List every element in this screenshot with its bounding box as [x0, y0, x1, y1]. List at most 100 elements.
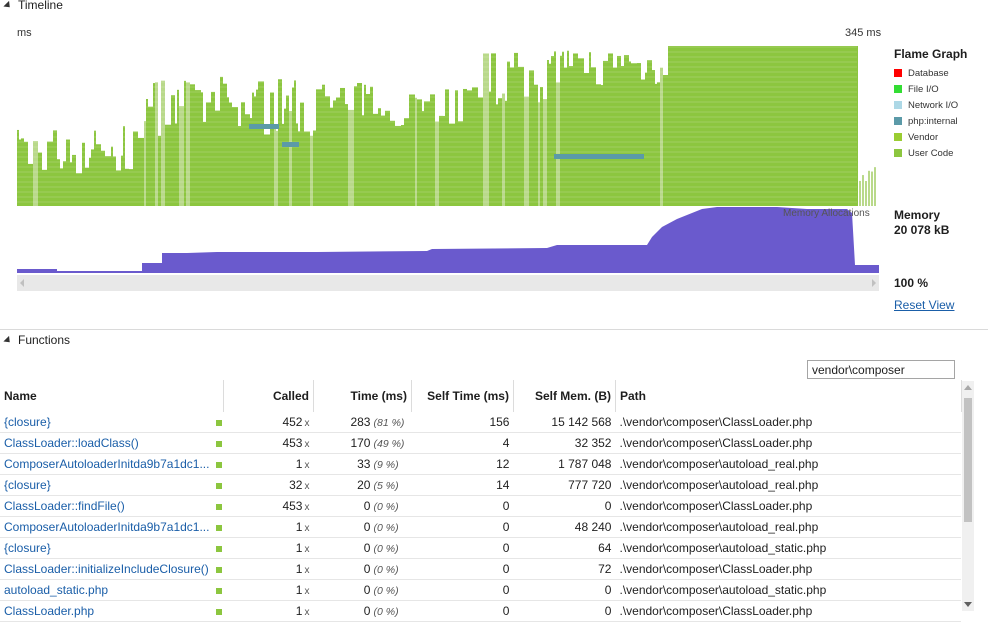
- flame-frame[interactable]: [179, 106, 184, 206]
- flame-frame[interactable]: [652, 70, 655, 207]
- table-row[interactable]: {closure} 1 x 0 (0 %) 0 64 .\vendor\composer\au…: [0, 537, 962, 559]
- flame-frame[interactable]: [105, 156, 111, 206]
- flame-frame[interactable]: [657, 82, 660, 206]
- column-header-self-time[interactable]: Self Time (ms): [411, 380, 514, 412]
- flame-frame[interactable]: [862, 175, 864, 206]
- flame-frame[interactable]: [24, 141, 28, 206]
- flame-frame[interactable]: [310, 135, 313, 206]
- memory-allocations-graph[interactable]: [17, 205, 879, 273]
- flame-frame[interactable]: [543, 99, 547, 206]
- flame-frame[interactable]: [206, 102, 211, 206]
- flame-frame[interactable]: [254, 96, 256, 206]
- function-name-link[interactable]: {closure}: [0, 474, 224, 496]
- flame-frame[interactable]: [554, 51, 556, 206]
- flame-frame[interactable]: [345, 104, 348, 206]
- flame-frame[interactable]: [601, 85, 603, 206]
- flame-frame[interactable]: [663, 75, 668, 207]
- function-name-link[interactable]: ComposerAutoloaderInitda9b7a1dc1...: [0, 453, 224, 475]
- flame-frame[interactable]: [435, 121, 439, 206]
- flame-frame[interactable]: [101, 150, 105, 206]
- function-name[interactable]: ComposerAutoloaderInitda9b7a1dc1...: [4, 520, 209, 534]
- flame-frame[interactable]: [591, 67, 596, 206]
- flame-frame[interactable]: [123, 126, 125, 206]
- flame-frame[interactable]: [300, 102, 304, 206]
- function-name-link[interactable]: ClassLoader::loadClass(): [0, 432, 224, 454]
- flame-frame[interactable]: [113, 156, 116, 206]
- functions-filter-input[interactable]: [807, 360, 955, 379]
- function-name[interactable]: ClassLoader.php: [4, 604, 94, 618]
- flame-frame[interactable]: [366, 93, 370, 206]
- table-row[interactable]: ComposerAutoloaderInitda9b7a1dc1... 1 x 0 (0…: [0, 516, 962, 538]
- flame-frame[interactable]: [121, 155, 123, 206]
- scrollbar-thumb[interactable]: [964, 398, 972, 522]
- flame-frame[interactable]: [57, 159, 60, 206]
- collapse-arrow-icon[interactable]: [3, 335, 13, 345]
- flame-frame[interactable]: [496, 104, 498, 206]
- flame-frame[interactable]: [270, 92, 274, 206]
- flame-frame[interactable]: [560, 55, 562, 206]
- flame-frame[interactable]: [201, 92, 203, 206]
- flame-frame[interactable]: [491, 53, 496, 207]
- functions-scrollbar[interactable]: [962, 381, 974, 611]
- flame-frame[interactable]: [66, 139, 70, 206]
- flame-frame[interactable]: [524, 96, 529, 206]
- column-header-name[interactable]: Name: [0, 380, 224, 412]
- table-row[interactable]: autoload_static.php 1 x 0 (0 %) 0 0 .\vendor\co…: [0, 579, 962, 601]
- function-name-link[interactable]: {closure}: [0, 537, 224, 559]
- scroll-right-icon[interactable]: [872, 279, 876, 287]
- function-name[interactable]: {closure}: [4, 541, 51, 555]
- flame-frame[interactable]: [596, 84, 601, 206]
- flame-frame[interactable]: [116, 170, 121, 206]
- flame-frame[interactable]: [125, 168, 129, 206]
- flame-frame[interactable]: [357, 83, 362, 206]
- function-name-link[interactable]: ComposerAutoloaderInitda9b7a1dc1...: [0, 516, 224, 538]
- flame-frame[interactable]: [215, 110, 220, 206]
- functions-header[interactable]: Functions: [0, 332, 70, 348]
- flame-frame[interactable]: [370, 86, 373, 206]
- function-name[interactable]: ClassLoader::initializeIncludeClosure(): [4, 562, 209, 576]
- flame-frame[interactable]: [325, 96, 330, 206]
- flame-frame[interactable]: [28, 163, 33, 206]
- flame-frame[interactable]: [129, 169, 133, 206]
- flame-frame[interactable]: [472, 87, 478, 206]
- flame-frame[interactable]: [430, 94, 435, 206]
- flame-frame[interactable]: [175, 123, 177, 206]
- flame-frame[interactable]: [390, 120, 395, 206]
- flame-frame[interactable]: [322, 84, 325, 206]
- flame-frame[interactable]: [238, 126, 241, 206]
- flame-frame[interactable]: [258, 81, 264, 206]
- flame-frame[interactable]: [443, 115, 445, 206]
- flame-frame[interactable]: [589, 52, 591, 206]
- flame-frame[interactable]: [153, 83, 155, 206]
- flame-frame[interactable]: [534, 84, 538, 206]
- flame-frame[interactable]: [409, 94, 415, 206]
- flame-frame[interactable]: [33, 141, 38, 206]
- flame-frame[interactable]: [42, 169, 47, 206]
- column-header-time[interactable]: Time (ms): [313, 380, 412, 412]
- flame-frame[interactable]: [538, 102, 540, 206]
- flame-frame[interactable]: [282, 123, 284, 206]
- flame-frame[interactable]: [70, 162, 72, 206]
- flame-frame[interactable]: [333, 100, 336, 206]
- flame-frame[interactable]: [608, 53, 613, 207]
- flame-frame[interactable]: [467, 90, 472, 206]
- function-name[interactable]: {closure}: [4, 478, 51, 492]
- flame-frame[interactable]: [63, 161, 66, 206]
- flame-frame[interactable]: [439, 115, 443, 206]
- flame-frame[interactable]: [362, 115, 364, 206]
- function-name[interactable]: autoload_static.php: [4, 583, 108, 597]
- function-name-link[interactable]: ClassLoader::findFile(): [0, 495, 224, 517]
- flame-frame[interactable]: [229, 102, 232, 206]
- flame-frame[interactable]: [284, 108, 286, 206]
- flame-graph[interactable]: [17, 40, 879, 208]
- flame-frame[interactable]: [38, 152, 42, 206]
- flame-frame[interactable]: [455, 90, 458, 206]
- flame-frame[interactable]: [529, 70, 534, 206]
- flame-frame[interactable]: [91, 149, 94, 206]
- flame-frame[interactable]: [463, 88, 467, 206]
- function-name-link[interactable]: ClassLoader::initializeIncludeClosure(): [0, 558, 224, 580]
- flame-frame[interactable]: [507, 61, 510, 206]
- flame-frame[interactable]: [518, 66, 524, 206]
- flame-frame[interactable]: [567, 50, 569, 206]
- flame-frame[interactable]: [76, 173, 82, 206]
